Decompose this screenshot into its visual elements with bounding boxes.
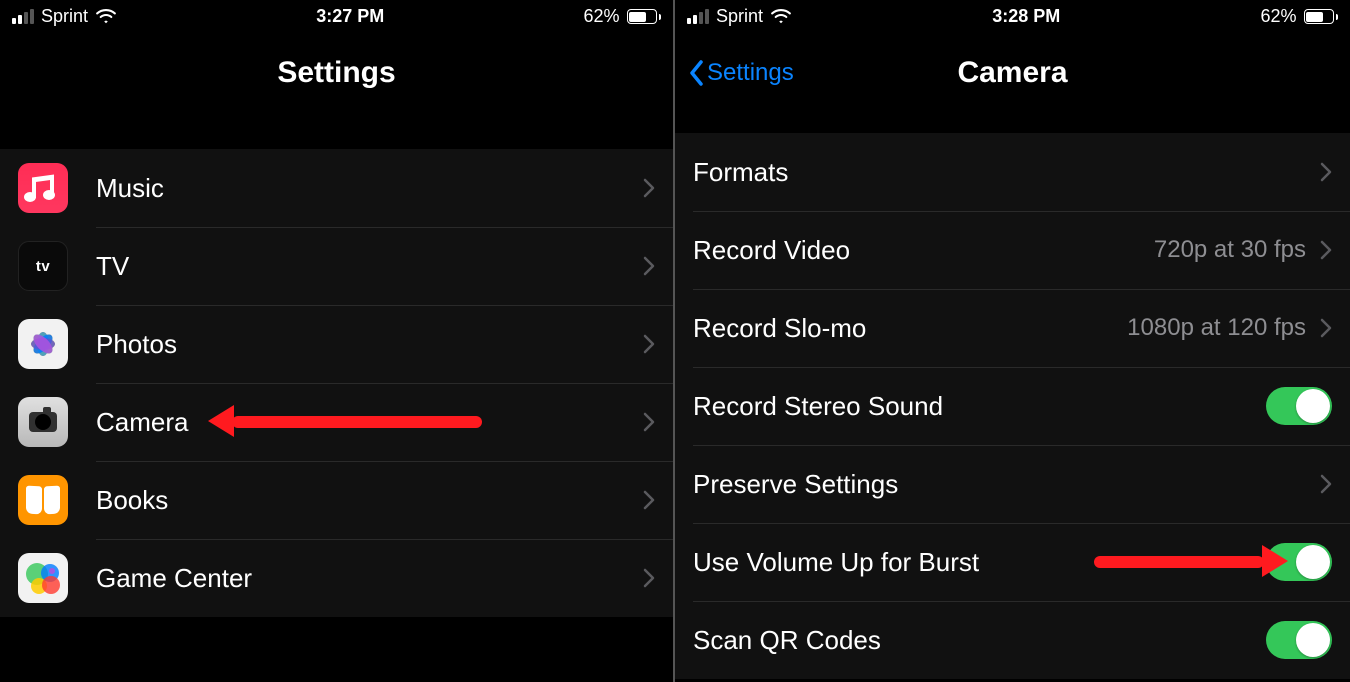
battery-icon	[627, 9, 662, 24]
nav-bar: Settings Camera	[675, 31, 1350, 115]
chevron-right-icon	[1320, 162, 1332, 182]
row-formats[interactable]: Formats	[675, 133, 1350, 211]
settings-row-camera[interactable]: Camera	[0, 383, 673, 461]
chevron-right-icon	[1320, 240, 1332, 260]
clock: 3:27 PM	[316, 6, 384, 27]
wifi-icon	[95, 9, 117, 25]
back-button[interactable]: Settings	[689, 59, 794, 87]
chevron-right-icon	[643, 256, 655, 276]
settings-list: Music tv TV	[0, 149, 673, 617]
row-label: Scan QR Codes	[693, 625, 1266, 656]
carrier-label: Sprint	[716, 6, 763, 27]
status-bar: Sprint 3:28 PM 62%	[675, 0, 1350, 31]
books-icon	[18, 475, 68, 525]
row-record-slomo[interactable]: Record Slo-mo 1080p at 120 fps	[675, 289, 1350, 367]
battery-percent: 62%	[1260, 6, 1296, 27]
row-label: Record Slo-mo	[693, 313, 1127, 344]
chevron-right-icon	[643, 178, 655, 198]
page-title: Camera	[957, 56, 1067, 90]
battery-percent: 62%	[583, 6, 619, 27]
row-value: 720p at 30 fps	[1154, 236, 1306, 264]
row-volume-up-burst: Use Volume Up for Burst	[675, 523, 1350, 601]
music-icon	[18, 163, 68, 213]
carrier-label: Sprint	[41, 6, 88, 27]
row-value: 1080p at 120 fps	[1127, 314, 1306, 342]
wifi-icon	[770, 9, 792, 25]
nav-bar: Settings	[0, 31, 673, 115]
row-label: Game Center	[96, 563, 643, 594]
page-title: Settings	[277, 56, 395, 90]
tv-icon: tv	[18, 241, 68, 291]
row-label: TV	[96, 251, 643, 282]
back-label: Settings	[707, 59, 794, 87]
row-preserve-settings[interactable]: Preserve Settings	[675, 445, 1350, 523]
battery-icon	[1304, 9, 1339, 24]
camera-settings-screen: Sprint 3:28 PM 62% Settings Camera Forma…	[675, 0, 1350, 682]
row-label: Formats	[693, 157, 1320, 188]
camera-icon	[18, 397, 68, 447]
chevron-left-icon	[689, 60, 703, 86]
chevron-right-icon	[643, 334, 655, 354]
row-label: Books	[96, 485, 643, 516]
row-label: Use Volume Up for Burst	[693, 547, 1266, 578]
row-label: Preserve Settings	[693, 469, 1320, 500]
row-record-video[interactable]: Record Video 720p at 30 fps	[675, 211, 1350, 289]
camera-settings-list: Formats Record Video 720p at 30 fps Reco…	[675, 133, 1350, 679]
toggle-volume-burst[interactable]	[1266, 543, 1332, 581]
settings-row-game-center[interactable]: Game Center	[0, 539, 673, 617]
chevron-right-icon	[1320, 474, 1332, 494]
row-scan-qr-codes: Scan QR Codes	[675, 601, 1350, 679]
clock: 3:28 PM	[992, 6, 1060, 27]
settings-row-music[interactable]: Music	[0, 149, 673, 227]
settings-row-photos[interactable]: Photos	[0, 305, 673, 383]
photos-icon	[18, 319, 68, 369]
settings-screen: Sprint 3:27 PM 62% Settings Music	[0, 0, 675, 682]
status-bar: Sprint 3:27 PM 62%	[0, 0, 673, 31]
row-record-stereo-sound: Record Stereo Sound	[675, 367, 1350, 445]
row-label: Photos	[96, 329, 643, 360]
cell-signal-icon	[12, 9, 34, 24]
settings-row-tv[interactable]: tv TV	[0, 227, 673, 305]
row-label: Record Video	[693, 235, 1154, 266]
chevron-right-icon	[643, 412, 655, 432]
chevron-right-icon	[643, 568, 655, 588]
cell-signal-icon	[687, 9, 709, 24]
row-label: Record Stereo Sound	[693, 391, 1266, 422]
toggle-stereo-sound[interactable]	[1266, 387, 1332, 425]
chevron-right-icon	[1320, 318, 1332, 338]
row-label: Music	[96, 173, 643, 204]
chevron-right-icon	[643, 490, 655, 510]
settings-row-books[interactable]: Books	[0, 461, 673, 539]
game-center-icon	[18, 553, 68, 603]
row-label: Camera	[96, 407, 643, 438]
toggle-scan-qr[interactable]	[1266, 621, 1332, 659]
